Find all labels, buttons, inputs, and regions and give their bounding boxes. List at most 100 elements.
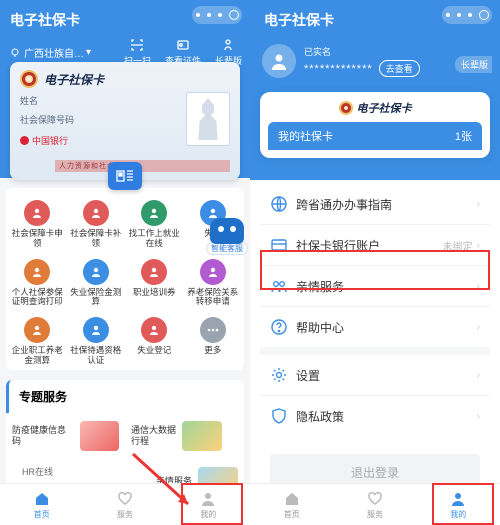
chevron-right-icon: › [477, 370, 480, 381]
tab-我的[interactable]: 我的 [417, 484, 500, 525]
list-item-0[interactable]: 跨省通办办事指南 › [260, 184, 490, 224]
tab-label: 服务 [117, 509, 133, 520]
grid-item-0[interactable]: 社会保障卡申 领 [8, 200, 67, 249]
list-label: 隐私政策 [296, 408, 344, 425]
left-screen: 电子社保卡 广西壮族自… ▾ 扫一扫 查看证件 长辈版 电子社保卡 [0, 0, 250, 525]
topic-services: 防疫健康信息码 通信大数据 行程 [6, 413, 244, 459]
gear-icon [270, 366, 288, 384]
grid-icon [141, 200, 167, 226]
grid-item-8[interactable]: 企业职工养老 金测算 [8, 317, 67, 366]
grid-icon [83, 259, 109, 285]
grid-label: 社会保障卡补 领 [70, 229, 121, 249]
tab-首页[interactable]: 首页 [250, 484, 333, 525]
globe-icon [270, 195, 288, 213]
settings-list: 跨省通办办事指南›社保卡银行账户未绑定›亲情服务›帮助中心› 设置›隐私政策› … [260, 184, 490, 491]
services-grid: 社会保障卡申 领社会保障卡补 领找工作上就业 在线失业个人社保参保 证明查询打印… [6, 188, 244, 370]
elder-icon [221, 38, 235, 52]
grid-item-2[interactable]: 找工作上就业 在线 [125, 200, 184, 249]
list-right: › [477, 199, 480, 210]
tab-label: 服务 [367, 509, 383, 520]
grid-item-1[interactable]: 社会保障卡补 领 [67, 200, 126, 249]
grid-item-9[interactable]: 社保待遇资格 认证 [67, 317, 126, 366]
tab-服务[interactable]: 服务 [83, 484, 166, 525]
tab-服务[interactable]: 服务 [333, 484, 416, 525]
service-item-0[interactable]: 防疫健康信息码 [6, 413, 125, 459]
grid-label: 找工作上就业 在线 [129, 229, 180, 249]
tab-label: 我的 [200, 509, 216, 520]
grid-label: 社会保障卡申 领 [12, 229, 63, 249]
shield-icon [270, 407, 288, 425]
scan-icon [130, 38, 144, 52]
chevron-right-icon: › [477, 281, 480, 292]
grid-item-4[interactable]: 个人社保参保 证明查询打印 [8, 259, 67, 308]
list-label: 帮助中心 [296, 319, 344, 336]
masked-name: ************* [304, 63, 373, 75]
service-item-1[interactable]: 通信大数据 行程 [125, 413, 244, 459]
chevron-right-icon: › [477, 411, 480, 422]
badge-icon [176, 38, 190, 52]
list-label: 亲情服务 [296, 278, 344, 295]
list-right: › [477, 411, 480, 422]
grid-icon [83, 200, 109, 226]
grid-icon [200, 317, 226, 343]
grid-icon [83, 317, 109, 343]
list-label: 设置 [296, 367, 320, 384]
miniprogram-capsule[interactable] [192, 6, 242, 24]
list-right: › [477, 370, 480, 381]
avatar-icon [262, 44, 296, 78]
home-icon [33, 490, 51, 508]
grid-item-6[interactable]: 职业培训券 [125, 259, 184, 308]
list-right: 未绑定› [443, 238, 480, 253]
tab-我的[interactable]: 我的 [167, 484, 250, 525]
list-item-1[interactable]: 社保卡银行账户 未绑定› [260, 224, 490, 265]
grid-icon [200, 259, 226, 285]
card-title: 电子社保卡 [44, 71, 104, 88]
miniprogram-capsule[interactable] [442, 6, 492, 24]
bottom-tab-right: 首页 服务 我的 [250, 483, 500, 525]
grid-icon [24, 317, 50, 343]
grid-item-11[interactable]: 更多 [184, 317, 243, 366]
list-label: 社保卡银行账户 [296, 237, 380, 254]
bottom-tab-left: 首页服务 我的 [0, 483, 250, 525]
card-strip: 人力资源和社会保障部 [55, 160, 230, 172]
grid-label: 养老保险关系 转移申请 [187, 288, 238, 308]
list-item-5[interactable]: 隐私政策 › [260, 395, 490, 436]
grid-item-10[interactable]: 失业登记 [125, 317, 184, 366]
grid-label: 个人社保参保 证明查询打印 [12, 288, 63, 308]
elder-mode[interactable]: 长辈版 [455, 56, 492, 73]
chevron-down-icon: ▾ [86, 47, 91, 58]
help-icon [270, 318, 288, 336]
right-screen: 电子社保卡 已实名 ************* 去查看 长辈版 电子社保卡 我的… [250, 0, 500, 525]
list-item-2[interactable]: 亲情服务 › [260, 265, 490, 306]
person-icon [199, 490, 217, 508]
illustration-icon [182, 421, 222, 451]
grid-item-7[interactable]: 养老保险关系 转移申请 [184, 259, 243, 308]
list-item-3[interactable]: 帮助中心 › [260, 306, 490, 347]
grid-item-5[interactable]: 失业保险金测 算 [67, 259, 126, 308]
list-label: 跨省通办办事指南 [296, 196, 392, 213]
grid-icon [141, 259, 167, 285]
smart-service[interactable]: 智能客服 [206, 218, 248, 255]
emblem-icon [20, 70, 38, 88]
grid-icon [141, 317, 167, 343]
list-item-4[interactable]: 设置 › [260, 355, 490, 395]
person-icon [449, 490, 467, 508]
grid-icon [24, 200, 50, 226]
chevron-right-icon: › [477, 322, 480, 333]
list-right: › [477, 281, 480, 292]
tab-首页[interactable]: 首页 [0, 484, 83, 525]
emblem-icon [339, 101, 353, 115]
grid-label: 失业登记 [137, 346, 171, 356]
card-panel[interactable]: 电子社保卡 我的社保卡1张 [260, 92, 490, 158]
people-icon [270, 277, 288, 295]
qr-button[interactable] [108, 162, 142, 190]
left-header: 电子社保卡 广西壮族自… ▾ 扫一扫 查看证件 长辈版 电子社保卡 [0, 0, 250, 178]
grid-label: 企业职工养老 金测算 [12, 346, 63, 366]
right-header: 电子社保卡 已实名 ************* 去查看 长辈版 电子社保卡 我的… [250, 0, 500, 180]
tab-label: 首页 [284, 509, 300, 520]
heart-icon [366, 490, 384, 508]
list-right: › [477, 322, 480, 333]
photo-placeholder [186, 92, 230, 146]
location-picker[interactable]: 广西壮族自… ▾ [8, 45, 91, 60]
view-button[interactable]: 去查看 [379, 60, 420, 77]
